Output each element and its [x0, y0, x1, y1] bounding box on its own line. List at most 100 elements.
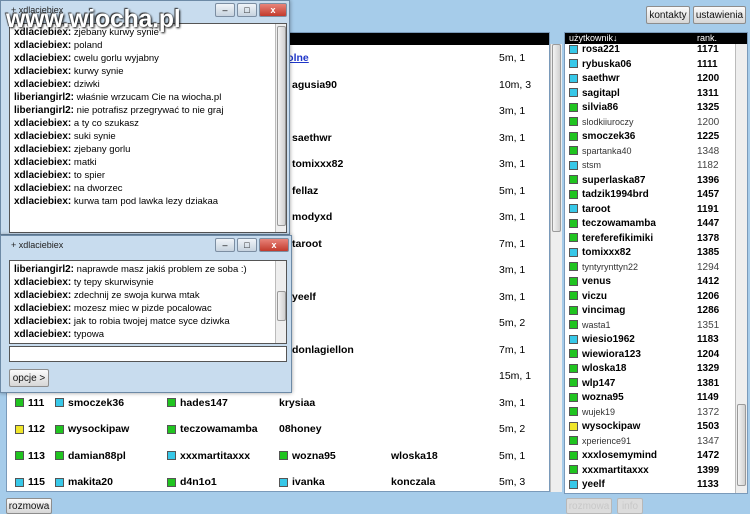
cell-player[interactable]: krysiaa: [279, 397, 315, 409]
cell-player[interactable]: ivanka: [279, 476, 325, 488]
user-list-scrollbar-thumb[interactable]: [737, 404, 746, 486]
user-list-item[interactable]: wysockipaw 1503: [565, 421, 735, 434]
maximize-icon[interactable]: □: [237, 3, 257, 17]
user-rank: 1286: [697, 305, 720, 316]
user-name: stsm: [569, 160, 601, 171]
user-list-item[interactable]: silvia86 1325: [565, 102, 735, 115]
user-list-item[interactable]: viczu 1206: [565, 291, 735, 304]
minimize-icon[interactable]: –: [215, 3, 235, 17]
cell-player[interactable]: smoczek36: [55, 397, 124, 409]
cell-time: 15m, 1: [499, 370, 532, 382]
info-button[interactable]: info: [617, 498, 643, 514]
table-row[interactable]: 113 damian88pl xxxmartitaxxx wozna95 wloska1…: [7, 443, 549, 469]
cell-player[interactable]: d4n1o1: [167, 476, 217, 488]
user-list-item[interactable]: rybuska06 1111: [565, 59, 735, 72]
status-square-icon: [569, 334, 578, 344]
user-list-item[interactable]: smoczek36 1225: [565, 131, 735, 144]
user-list-item[interactable]: slodkiiuroczy 1200: [565, 117, 735, 130]
table-row[interactable]: 112 wysockipaw teczowamamba 08honey 5m, 2: [7, 416, 549, 442]
user-list-item[interactable]: wujek19 1372: [565, 407, 735, 420]
cell-player[interactable]: wozna95: [279, 450, 336, 462]
options-button[interactable]: opcje >: [9, 369, 49, 387]
user-list-item[interactable]: tadzik1994brd 1457: [565, 189, 735, 202]
cell-number[interactable]: 115: [15, 476, 45, 488]
user-list-item[interactable]: rosa221 1171: [565, 44, 735, 57]
close-icon[interactable]: x: [259, 3, 287, 17]
user-list-item[interactable]: wlp147 1381: [565, 378, 735, 391]
cell-number[interactable]: 113: [15, 450, 45, 462]
cell-number[interactable]: 111: [15, 397, 44, 409]
cell-text: 111: [28, 396, 45, 409]
cell-player[interactable]: wloska18: [391, 450, 438, 462]
status-square-icon: [279, 451, 288, 461]
user-list-item[interactable]: yeelf 1133: [565, 479, 735, 492]
user-name-text: slodkiiuroczy: [582, 116, 634, 127]
table-scrollbar-thumb[interactable]: [552, 44, 561, 232]
table-scrollbar[interactable]: [550, 44, 562, 492]
cell-time: 7m, 1: [499, 343, 526, 356]
user-list-item[interactable]: spartanka40 1348: [565, 146, 735, 159]
user-name-text: tereferefikimiki: [582, 232, 654, 244]
table-row[interactable]: 111 smoczek36 hades147 krysiaa 3m, 1: [7, 390, 549, 416]
rozmowa-button-disabled[interactable]: rozmowa: [566, 498, 612, 514]
user-list-item[interactable]: wozna95 1149: [565, 392, 735, 405]
user-name-text: vincimag: [582, 305, 626, 316]
rozmowa-button[interactable]: rozmowa: [6, 498, 52, 514]
cell-player[interactable]: teczowamamba: [167, 423, 258, 435]
chat-line: xdlaciebiex: zdechnij ze swoja kurwa mta…: [10, 289, 286, 302]
cell-player[interactable]: makita20: [55, 476, 113, 488]
chat-author: xdlaciebiex:: [14, 290, 72, 301]
cell-player[interactable]: wysockipaw: [55, 423, 129, 435]
chat-author: xdlaciebiex:: [14, 329, 72, 340]
user-list-item[interactable]: teczowamamba 1447: [565, 218, 735, 231]
status-square-icon: [569, 320, 578, 330]
user-list-item[interactable]: wiesio1962 1183: [565, 334, 735, 347]
user-list-item[interactable]: stsm 1182: [565, 160, 735, 173]
maximize-icon[interactable]: □: [237, 238, 257, 252]
user-list-item[interactable]: tyntyrynttyn22 1294: [565, 262, 735, 275]
user-list-item[interactable]: wasta1 1351: [565, 320, 735, 333]
cell-player[interactable]: konczala: [391, 476, 435, 488]
user-list-header-rank[interactable]: rank.: [697, 33, 717, 43]
user-list-item[interactable]: saethwr 1200: [565, 73, 735, 86]
cell-player[interactable]: 08honey: [279, 423, 322, 435]
settings-button[interactable]: ustawienia: [693, 6, 746, 24]
chat-scrollbar-thumb-2[interactable]: [277, 291, 286, 321]
user-name-text: xperience91: [582, 435, 632, 446]
user-list-item[interactable]: taroot 1191: [565, 204, 735, 217]
user-rank: 1472: [697, 450, 720, 461]
user-list-item[interactable]: xxxlosemymind 1472: [565, 450, 735, 463]
user-name: xxxmartitaxxx: [569, 465, 649, 476]
cell-player[interactable]: damian88pl: [55, 450, 126, 462]
minimize-icon[interactable]: –: [215, 238, 235, 252]
user-list-item[interactable]: tereferefikimiki 1378: [565, 233, 735, 246]
user-list-item[interactable]: tomixxx82 1385: [565, 247, 735, 260]
user-rank: 1396: [697, 174, 720, 186]
user-list-header-name[interactable]: użytkownik↓: [569, 33, 618, 43]
chat-window[interactable]: + xdlaciebiex – □ x xdlaciebiex: zjebany…: [0, 0, 290, 235]
user-list-item[interactable]: xxxmartitaxxx 1399: [565, 465, 735, 478]
user-list-item[interactable]: venus 1412: [565, 276, 735, 289]
user-list-item[interactable]: wloska18 1329: [565, 363, 735, 376]
chat-message-input[interactable]: [9, 346, 287, 362]
cell-player[interactable]: xxxmartitaxxx: [167, 450, 250, 462]
chat-window-2[interactable]: + xdlaciebiex – □ x liberiangirl2: napra…: [0, 235, 292, 393]
cell-player[interactable]: hades147: [167, 397, 228, 409]
user-list-item[interactable]: xperience91 1347: [565, 436, 735, 449]
user-rank: 1294: [697, 261, 720, 273]
user-list-item[interactable]: wiewiora123 1204: [565, 349, 735, 362]
user-list-item[interactable]: superlaska87 1396: [565, 175, 735, 188]
user-rank: 1225: [697, 131, 720, 142]
chat-scrollbar[interactable]: [275, 24, 286, 232]
chat-scrollbar-2[interactable]: [275, 261, 286, 343]
user-list-scrollbar[interactable]: [735, 44, 747, 493]
user-list-item[interactable]: vincimag 1286: [565, 305, 735, 318]
user-list-item[interactable]: sagitapl 1311: [565, 88, 735, 101]
chat-line: liberiangirl2: właśnie wrzucam Cie na wi…: [10, 91, 286, 104]
chat-scrollbar-thumb[interactable]: [277, 26, 286, 226]
contacts-button[interactable]: kontakty: [646, 6, 690, 24]
close-icon[interactable]: x: [259, 238, 289, 252]
cell-number[interactable]: 112: [15, 423, 45, 435]
table-row[interactable]: 115 makita20 d4n1o1 ivanka konczala 5m, 3: [7, 469, 549, 491]
user-name-text: wozna95: [582, 392, 624, 403]
